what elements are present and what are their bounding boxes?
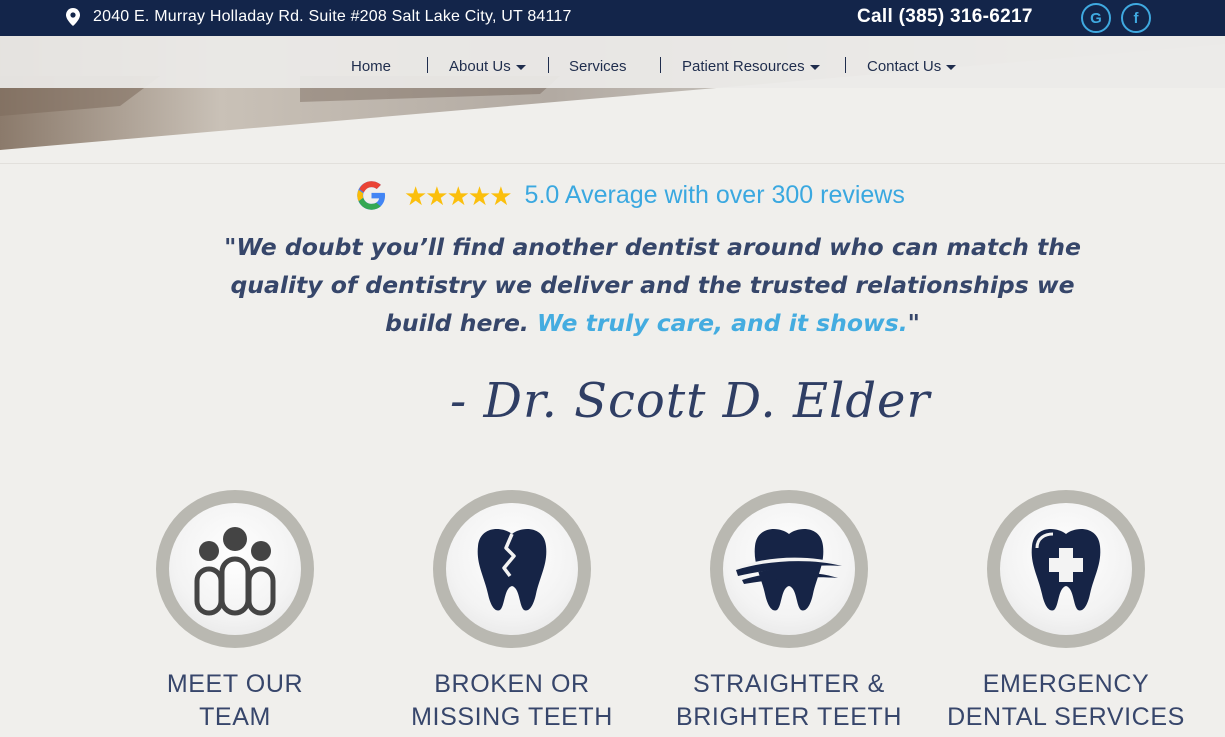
service-label-line1: MEET OUR	[166, 670, 304, 698]
nav-services-label: Services	[569, 58, 627, 75]
service-icon-disc	[723, 503, 855, 635]
service-label: STRAIGHTER & BRIGHTER TEETH	[664, 668, 914, 734]
caret-down-icon	[809, 65, 820, 70]
nav-services[interactable]: Services	[569, 58, 627, 75]
nav-home-label: Home	[351, 58, 392, 75]
service-icon-disc	[1000, 503, 1132, 635]
broken-tooth-icon	[477, 529, 547, 611]
nav-separator	[845, 57, 846, 73]
service-meet-team[interactable]: MEET OUR TEAM	[110, 490, 360, 734]
emergency-tooth-icon	[1031, 529, 1101, 611]
service-label-line2: TEAM	[199, 703, 271, 731]
service-icon-ring	[433, 490, 591, 648]
nav-separator	[548, 57, 549, 73]
nav-home[interactable]: Home	[351, 58, 391, 75]
quote-highlight: We truly care, and it shows.	[537, 309, 908, 337]
service-icon-ring	[710, 490, 868, 648]
service-label-line1: BROKEN OR	[434, 670, 590, 698]
top-bar: 2040 E. Murray Holladay Rd. Suite #208 S…	[0, 0, 1225, 36]
service-label-line1: STRAIGHTER &	[693, 670, 885, 698]
service-label: BROKEN OR MISSING TEETH	[387, 668, 637, 734]
service-label-line2: BRIGHTER TEETH	[675, 703, 902, 731]
review-summary: 5.0 Average with over 300 reviews	[524, 181, 905, 209]
service-icon-disc	[169, 503, 301, 635]
address[interactable]: 2040 E. Murray Holladay Rd. Suite #208 S…	[66, 8, 572, 26]
address-text: 2040 E. Murray Holladay Rd. Suite #208 S…	[93, 8, 572, 25]
quote-close: "	[907, 309, 920, 337]
service-label-line2: DENTAL SERVICES	[947, 703, 1185, 731]
rating-stars: ★★★★★	[404, 180, 513, 211]
service-icon-ring	[156, 490, 314, 648]
nav-patient-resources-label: Patient Resources	[682, 58, 805, 75]
google-icon[interactable]: G	[1081, 3, 1111, 33]
service-label-line2: MISSING TEETH	[411, 703, 613, 731]
caret-down-icon	[515, 65, 526, 70]
caret-down-icon	[946, 65, 957, 70]
nav-contact[interactable]: Contact Us	[867, 58, 957, 75]
service-icon-ring	[987, 490, 1145, 648]
phone-link[interactable]: Call (385) 316-6217	[857, 6, 1033, 28]
service-straighter-teeth[interactable]: STRAIGHTER & BRIGHTER TEETH	[664, 490, 914, 734]
google-logo-icon	[357, 181, 386, 210]
smile-tooth-icon	[736, 529, 842, 611]
service-label-line1: EMERGENCY	[982, 670, 1150, 698]
nav-separator	[660, 57, 661, 73]
service-emergency[interactable]: EMERGENCY DENTAL SERVICES	[941, 490, 1191, 734]
testimonial-quote: "We doubt you’ll find another dentist ar…	[195, 228, 1110, 342]
team-icon	[194, 527, 276, 616]
section-divider	[0, 163, 1225, 164]
service-label: MEET OUR TEAM	[110, 668, 360, 734]
service-icon-disc	[446, 503, 578, 635]
map-pin-icon	[66, 8, 80, 26]
nav-patient-resources[interactable]: Patient Resources	[682, 58, 820, 75]
nav-separator	[427, 57, 428, 73]
nav-about[interactable]: About Us	[449, 58, 526, 75]
signature: - Dr. Scott D. Elder	[450, 373, 931, 429]
service-label: EMERGENCY DENTAL SERVICES	[941, 668, 1191, 734]
google-reviews[interactable]: ★★★★★ 5.0 Average with over 300 reviews	[356, 180, 905, 211]
facebook-icon[interactable]: f	[1121, 3, 1151, 33]
nav-about-label: About Us	[449, 58, 511, 75]
nav-contact-label: Contact Us	[867, 58, 942, 75]
service-broken-teeth[interactable]: BROKEN OR MISSING TEETH	[387, 490, 637, 734]
